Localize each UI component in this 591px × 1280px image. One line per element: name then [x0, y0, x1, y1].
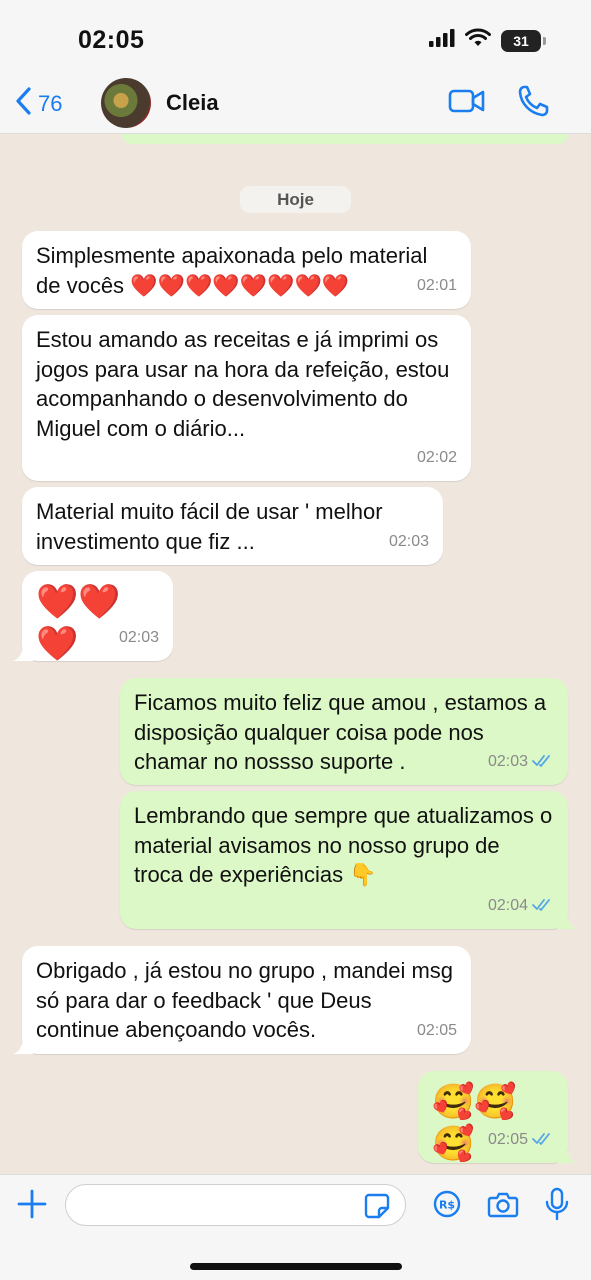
bubble-tail: [557, 1147, 577, 1163]
date-separator: Hoje: [240, 186, 351, 213]
message-bubble-incoming[interactable]: ❤️❤️❤️ 02:03: [13, 571, 173, 663]
video-camera-icon: [448, 89, 485, 113]
status-time: 02:05: [78, 26, 145, 54]
back-button[interactable]: 76: [14, 86, 62, 121]
unread-count: 76: [38, 90, 63, 116]
message-text: Material muito fácil de usar ' melhor in…: [36, 499, 383, 554]
message-time: 02:03: [488, 747, 554, 777]
pix-real-icon: R$: [433, 1190, 461, 1218]
message-time: 02:03: [118, 628, 159, 646]
home-indicator: [190, 1263, 402, 1270]
double-check-icon: [532, 899, 550, 912]
message-text: Ficamos muito feliz que amou , estamos a…: [134, 690, 547, 774]
status-icons: 31: [429, 28, 546, 53]
message-text: ❤️❤️❤️: [36, 583, 121, 663]
message-input[interactable]: [65, 1184, 406, 1226]
voice-call-button[interactable]: [517, 84, 549, 123]
message-time: 02:03: [388, 532, 429, 550]
video-call-button[interactable]: [448, 86, 486, 121]
svg-text:R$: R$: [439, 1199, 455, 1212]
message-bubble-incoming[interactable]: Estou amando as receitas e já imprimi os…: [22, 315, 471, 481]
previous-message-edge: [122, 134, 568, 144]
payment-button[interactable]: R$: [433, 1190, 461, 1223]
message-bubble-outgoing[interactable]: Ficamos muito feliz que amou , estamos a…: [120, 678, 568, 785]
bubble-tail: [13, 645, 33, 661]
message-text: Simplesmente apaixonada pelo material de…: [36, 243, 428, 298]
message-time: 02:05: [416, 1021, 457, 1039]
attach-button[interactable]: [17, 1187, 47, 1226]
chat-area[interactable]: Hoje Simplesmente apaixonada pelo materi…: [0, 134, 591, 1174]
microphone-icon: [545, 1187, 569, 1221]
message-time: 02:05: [488, 1125, 554, 1155]
double-check-icon: [532, 1133, 550, 1146]
chat-header: 76 Cleia: [0, 72, 591, 134]
bubble-tail: [557, 913, 577, 929]
bubble-tail: [13, 1038, 33, 1054]
double-check-icon: [532, 755, 550, 768]
message-bubble-incoming[interactable]: Material muito fácil de usar ' melhor in…: [22, 487, 443, 565]
message-time: 02:01: [416, 276, 457, 294]
sticker-button[interactable]: [363, 1192, 391, 1225]
message-bubble-incoming[interactable]: Simplesmente apaixonada pelo material de…: [22, 231, 471, 309]
plus-icon: [17, 1189, 47, 1219]
message-time: 02:04: [488, 891, 554, 921]
phone-icon: [518, 85, 549, 117]
sticker-icon: [364, 1193, 390, 1219]
message-text: Obrigado , já estou no grupo , mandei ms…: [36, 958, 454, 1042]
message-time: 02:02: [416, 448, 457, 466]
avatar[interactable]: [101, 78, 151, 128]
message-text: Lembrando que sempre que atualizamos o m…: [134, 803, 553, 887]
battery-level: 31: [513, 32, 529, 49]
wifi-icon: [465, 28, 491, 53]
status-bar: 02:05 31: [0, 0, 591, 72]
message-bubble-outgoing[interactable]: Lembrando que sempre que atualizamos o m…: [120, 791, 577, 929]
message-bubble-incoming[interactable]: Obrigado , já estou no grupo , mandei ms…: [13, 946, 471, 1054]
battery-indicator: 31: [501, 29, 546, 52]
mic-button[interactable]: [544, 1187, 570, 1226]
message-bubble-outgoing[interactable]: 🥰🥰🥰 02:05: [418, 1071, 577, 1163]
message-text: Estou amando as receitas e já imprimi os…: [36, 327, 450, 441]
contact-name[interactable]: Cleia: [166, 90, 219, 116]
camera-icon: [487, 1192, 519, 1218]
camera-button[interactable]: [487, 1190, 519, 1223]
input-bar: R$: [0, 1174, 591, 1280]
chevron-left-icon: [14, 86, 32, 121]
signal-icon: [429, 29, 455, 52]
